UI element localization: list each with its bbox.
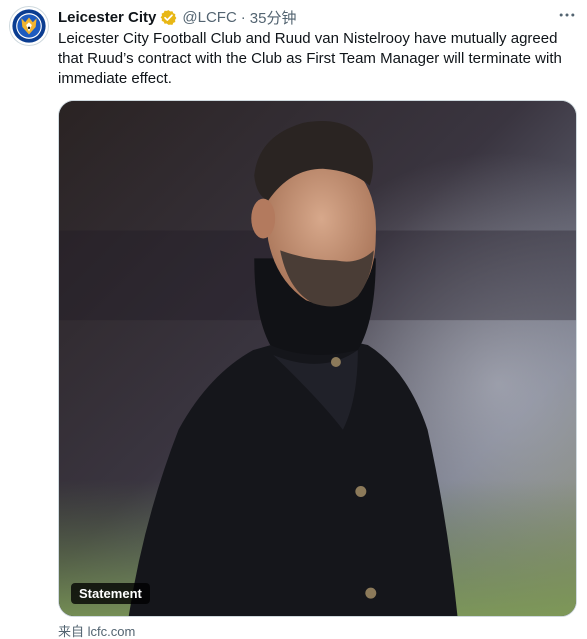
tweet-timestamp[interactable]: 35分钟: [250, 7, 297, 28]
tweet-header: Leicester City @LCFC · 35分钟: [58, 6, 296, 28]
separator-dot: ·: [240, 8, 246, 26]
tweet-text: Leicester City Football Club and Ruud va…: [58, 30, 562, 87]
author-handle[interactable]: @LCFC: [182, 9, 236, 26]
tweet-photo[interactable]: Statement: [58, 100, 577, 617]
statement-badge: Statement: [71, 583, 150, 604]
man-in-black-coat-photo: [59, 101, 576, 616]
more-options-button[interactable]: [556, 6, 578, 24]
source-label: 来自: [58, 624, 85, 639]
source-line: 来自 lcfc.com: [58, 621, 135, 639]
author-display-name[interactable]: Leicester City: [58, 9, 156, 26]
verified-badge-icon: [160, 9, 177, 26]
more-icon: [559, 13, 575, 17]
source-link[interactable]: lcfc.com: [88, 624, 136, 639]
avatar[interactable]: [9, 6, 49, 46]
tweet: Leicester City @LCFC · 35分钟 Leicester Ci…: [0, 0, 587, 639]
fox-crest-icon: [10, 7, 48, 45]
